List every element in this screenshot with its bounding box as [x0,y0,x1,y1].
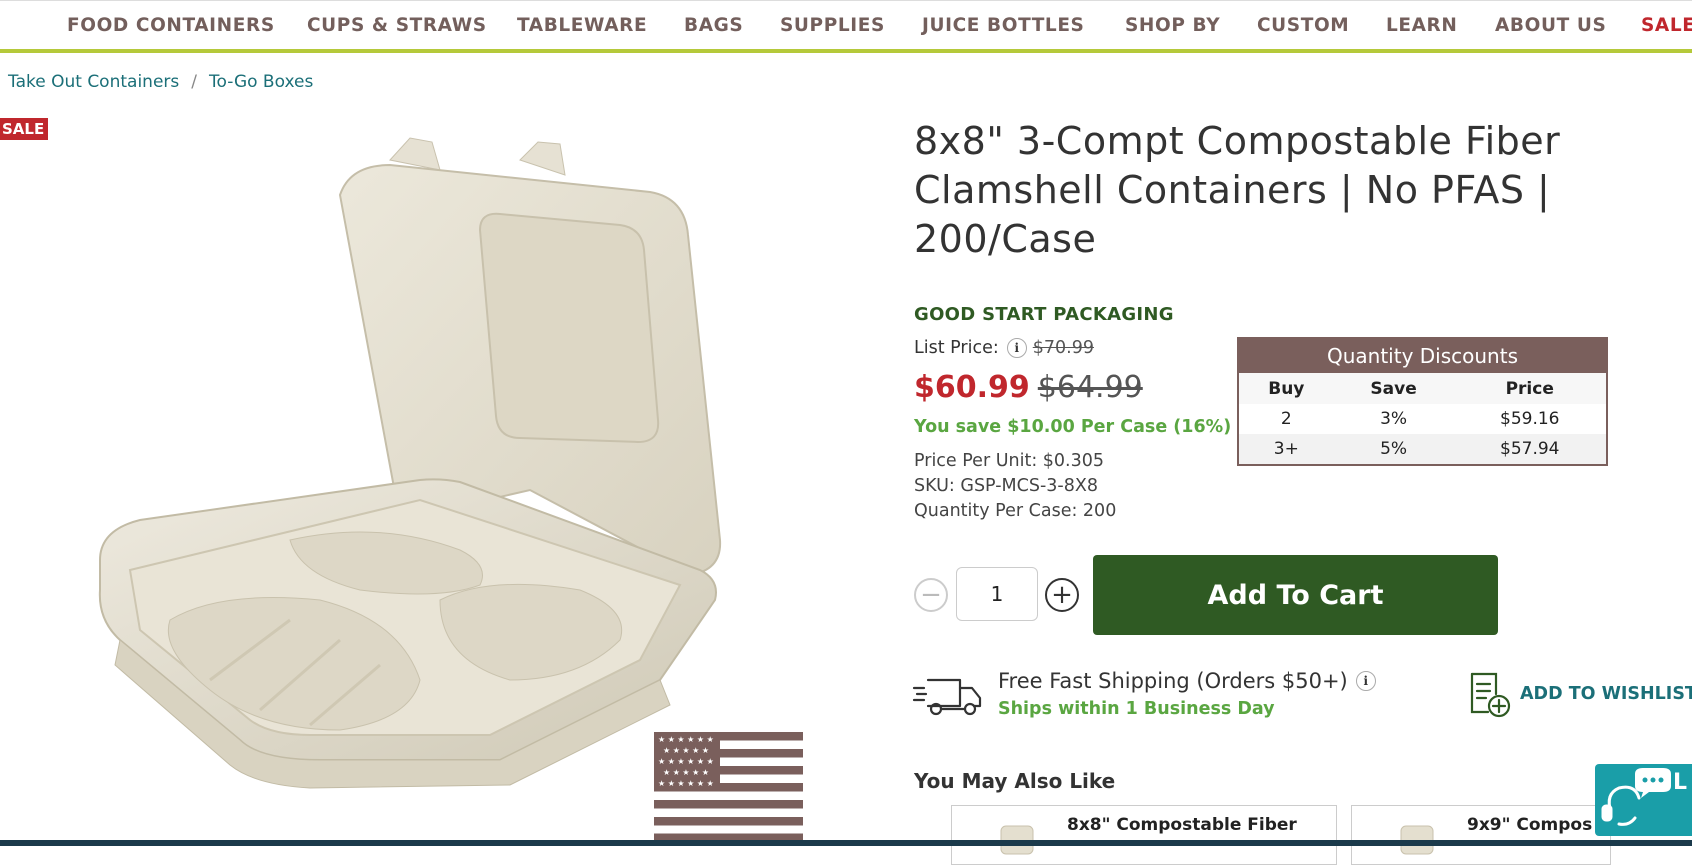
old-price: $64.99 [1037,370,1143,405]
breadcrumb-take-out-containers[interactable]: Take Out Containers [8,72,179,92]
nav-item-cups-straws[interactable]: CUPS & STRAWS [307,15,487,36]
nav-item-bags[interactable]: BAGS [684,15,743,36]
table-cell: 3% [1380,409,1408,429]
breadcrumb-to-go-boxes[interactable]: To-Go Boxes [209,72,313,92]
chat-widget[interactable]: L [1595,764,1692,836]
wishlist-icon [1470,672,1511,718]
svg-text:★ ★ ★ ★ ★ ★: ★ ★ ★ ★ ★ ★ [658,735,714,744]
svg-text:★ ★ ★ ★ ★ ★: ★ ★ ★ ★ ★ ★ [658,779,714,788]
product-details: Price Per Unit: $0.305 SKU: GSP-MCS-3-8X… [914,449,1116,524]
main-nav: FOOD CONTAINERS CUPS & STRAWS TABLEWARE … [0,0,1692,53]
savings-text: You save $10.00 Per Case (16%) [914,417,1232,437]
truck-icon [912,678,982,716]
add-to-wishlist-button[interactable]: ADD TO WISHLIST [1466,670,1692,718]
chat-icon [1601,768,1671,826]
nav-item-juice-bottles[interactable]: JUICE BOTTLES [922,15,1085,36]
list-price-value: $70.99 [1032,338,1094,358]
product-card-name: 8x8" Compostable Fiber [1067,815,1297,835]
quantity-input[interactable] [956,567,1038,621]
list-price-label: List Price: [914,338,999,358]
table-header-buy: Buy [1239,373,1334,404]
wishlist-label: ADD TO WISHLIST [1520,684,1692,704]
quantity-per-case: Quantity Per Case: 200 [914,501,1117,521]
ships-within-text: Ships within 1 Business Day [998,699,1275,719]
nav-item-supplies[interactable]: SUPPLIES [780,15,885,36]
product-thumbnail [1000,825,1034,855]
table-header-save: Save [1333,373,1454,404]
nav-item-shop-by[interactable]: SHOP BY [1125,15,1220,36]
nav-item-sale[interactable]: SALE [1641,15,1692,36]
nav-item-about-us[interactable]: ABOUT US [1495,15,1606,36]
plus-icon[interactable]: + [1045,578,1079,612]
also-like-heading: You May Also Like [914,769,1116,793]
flag-icon: ★ ★ ★ ★ ★ ★ ★ ★ ★ ★ ★ ★ ★ ★ ★ ★ ★ ★ ★ ★ … [654,732,803,842]
table-cell: $59.16 [1500,409,1560,429]
breadcrumb-separator: / [191,72,197,92]
info-icon[interactable]: i [1006,338,1027,358]
table-cell: 5% [1333,434,1454,464]
nav-item-food-containers[interactable]: FOOD CONTAINERS [67,15,275,36]
price-block: $60.99 $64.99 [914,370,1143,405]
table-cell: 3+ [1239,434,1334,464]
brand-name[interactable]: GOOD START PACKAGING [914,304,1174,325]
svg-text:★ ★ ★ ★ ★: ★ ★ ★ ★ ★ [663,746,709,755]
quantity-discounts-table: Quantity Discounts Buy Save Price 2 3% $… [1237,337,1608,466]
breadcrumb: Take Out Containers / To-Go Boxes [8,72,313,92]
product-card[interactable]: 8x8" Compostable Fiber [951,805,1337,865]
sale-badge: SALE [0,118,48,140]
add-to-cart-button[interactable]: Add To Cart [1093,555,1498,635]
current-price: $60.99 [914,370,1030,405]
product-title: 8x8" 3-Compt Compostable Fiber Clamshell… [914,119,1561,261]
table-header-price: Price [1453,373,1606,404]
product-card-name: 9x9" Compos [1467,815,1593,835]
nav-item-tableware[interactable]: TABLEWARE [517,15,647,36]
free-shipping-label: Free Fast Shipping (Orders $50+) [998,669,1348,693]
quantity-discounts-title: Quantity Discounts [1239,339,1606,373]
table-row: 3+ 5% $57.94 [1239,434,1606,464]
svg-text:★ ★ ★ ★ ★ ★: ★ ★ ★ ★ ★ ★ [658,757,714,766]
shipping-info-icon[interactable]: i [1355,671,1376,691]
list-price: List Price: i $70.99 [914,338,1094,358]
chat-label: L [1673,770,1688,795]
table-cell: $57.94 [1453,434,1606,464]
sku: SKU: GSP-MCS-3-8X8 [914,476,1098,496]
table-cell: 2 [1280,409,1292,429]
product-card[interactable]: 9x9" Compos [1351,805,1611,865]
price-per-unit: Price Per Unit: $0.305 [914,451,1105,471]
product-thumbnail [1400,825,1434,855]
minus-icon[interactable]: − [914,578,948,612]
free-shipping-text: Free Fast Shipping (Orders $50+) i [998,669,1382,693]
bottom-strip [0,840,1692,846]
nav-item-learn[interactable]: LEARN [1386,15,1457,36]
table-row: 2 3% $59.16 [1239,404,1606,434]
nav-item-custom[interactable]: CUSTOM [1257,15,1349,36]
svg-text:★ ★ ★ ★ ★: ★ ★ ★ ★ ★ [663,768,709,777]
